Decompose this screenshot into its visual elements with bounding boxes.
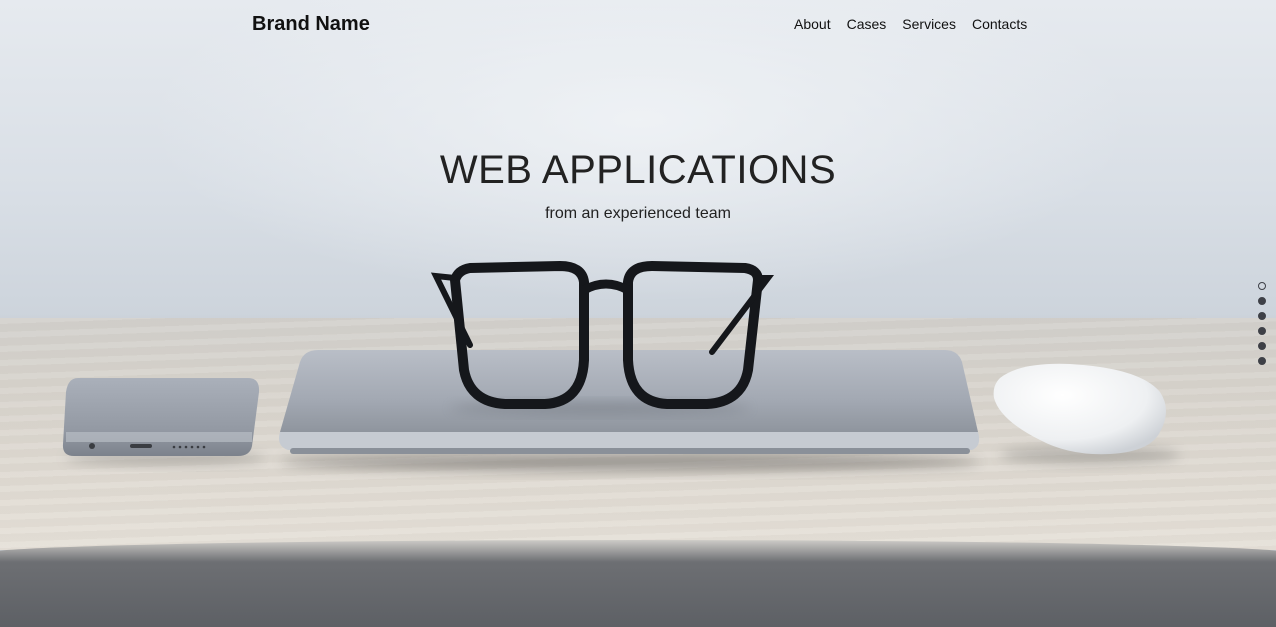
hero-photo [62,261,1180,471]
navbar: Brand Name About Cases Services Contacts [0,0,1276,50]
slider-dot[interactable] [1258,357,1266,365]
hero-subtitle: from an experienced team [545,205,731,222]
slider-dot[interactable] [1258,297,1266,305]
nav-link-contacts[interactable]: Contacts [972,16,1027,32]
nav-link-services[interactable]: Services [902,16,956,32]
slider-dot[interactable] [1258,312,1266,320]
slider-dot[interactable] [1258,282,1266,290]
nav-link-cases[interactable]: Cases [847,16,887,32]
slider-dot[interactable] [1258,327,1266,335]
slider-dots [1257,282,1267,372]
hero-section [0,0,1276,627]
phone-image [62,378,265,465]
mouse-image [993,363,1180,464]
slider-dot[interactable] [1258,342,1266,350]
hero-title: WEB APPLICATIONS [439,148,837,192]
nav-link-about[interactable]: About [794,16,831,32]
brand-logo[interactable]: Brand Name [252,13,370,36]
nav-links: About Cases Services Contacts [786,16,1035,32]
